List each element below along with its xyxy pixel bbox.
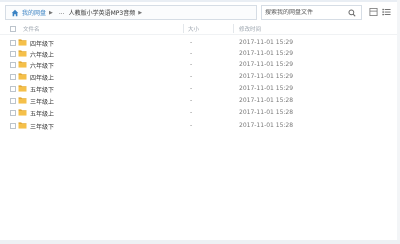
folder-icon — [18, 122, 27, 129]
row-checkbox[interactable] — [10, 40, 16, 46]
file-size: - — [190, 122, 193, 129]
file-name[interactable]: 六年级上 — [30, 50, 54, 59]
top-border — [0, 0, 400, 2]
breadcrumb-root-link[interactable]: 我的网盘 — [22, 8, 46, 17]
file-modified: 2017-11-01 15:29 — [239, 73, 294, 80]
file-size: - — [190, 97, 193, 104]
bottom-border — [0, 240, 400, 244]
select-all-checkbox[interactable] — [10, 26, 16, 32]
file-size: - — [190, 109, 193, 116]
file-size: - — [190, 39, 193, 46]
file-size: - — [190, 85, 193, 92]
column-header-modified[interactable]: 修改时间 — [239, 25, 261, 33]
file-row[interactable]: 三年级下 - 2017-11-01 15:28 — [0, 121, 400, 131]
folder-icon — [18, 50, 27, 57]
folder-icon — [18, 61, 27, 68]
list-view-icon[interactable] — [382, 7, 391, 17]
file-row[interactable]: 四年级上 - 2017-11-01 15:29 — [0, 72, 400, 82]
column-header-size[interactable]: 大小 — [188, 25, 199, 33]
row-checkbox[interactable] — [10, 86, 16, 92]
file-modified: 2017-11-01 15:28 — [239, 109, 294, 116]
file-size: - — [190, 50, 193, 57]
file-name[interactable]: 五年级上 — [30, 109, 54, 118]
file-row[interactable]: 三年级上 - 2017-11-01 15:28 — [0, 96, 400, 106]
row-checkbox[interactable] — [10, 123, 16, 129]
file-name[interactable]: 四年级下 — [30, 39, 54, 48]
file-name[interactable]: 四年级上 — [30, 73, 54, 82]
file-row[interactable]: 六年级下 - 2017-11-01 15:29 — [0, 60, 400, 70]
file-size: - — [190, 73, 193, 80]
file-size: - — [190, 61, 193, 68]
file-modified: 2017-11-01 15:29 — [239, 39, 294, 46]
row-checkbox[interactable] — [10, 110, 16, 116]
chevron-right-icon[interactable]: ▶ — [138, 10, 142, 16]
home-icon[interactable] — [11, 9, 19, 17]
folder-icon — [18, 109, 27, 116]
breadcrumb-ellipsis[interactable]: ... — [59, 9, 65, 16]
column-divider[interactable] — [183, 24, 184, 33]
folder-icon — [18, 97, 27, 104]
breadcrumb-current: 人教版小学英语MP3音频 — [68, 10, 136, 17]
row-checkbox[interactable] — [10, 98, 16, 104]
folder-icon — [18, 39, 27, 46]
file-row[interactable]: 五年级下 - 2017-11-01 15:29 — [0, 84, 400, 94]
file-row[interactable]: 六年级上 - 2017-11-01 15:29 — [0, 49, 400, 59]
chevron-right-icon: ▶ — [49, 9, 53, 16]
file-row[interactable]: 四年级下 - 2017-11-01 15:29 — [0, 38, 400, 48]
folder-icon — [18, 73, 27, 80]
file-modified: 2017-11-01 15:28 — [239, 122, 294, 129]
breadcrumb: 我的网盘 ▶ ... 人教版小学英语MP3音频 ▶ — [5, 5, 257, 20]
file-modified: 2017-11-01 15:29 — [239, 61, 294, 68]
file-name[interactable]: 六年级下 — [30, 61, 54, 70]
file-name[interactable]: 三年级下 — [30, 122, 54, 131]
folder-icon — [18, 85, 27, 92]
file-list-header: 文件名 大小 修改时间 — [0, 22, 400, 35]
column-header-name[interactable]: 文件名 — [23, 25, 40, 33]
grid-view-icon[interactable] — [369, 7, 378, 17]
row-checkbox[interactable] — [10, 51, 16, 57]
file-name[interactable]: 五年级下 — [30, 85, 54, 94]
search-input[interactable] — [265, 9, 347, 16]
row-checkbox[interactable] — [10, 74, 16, 80]
file-modified: 2017-11-01 15:29 — [239, 50, 294, 57]
file-name[interactable]: 三年级上 — [30, 97, 54, 106]
search-box — [261, 5, 362, 20]
file-modified: 2017-11-01 15:29 — [239, 85, 294, 92]
file-row[interactable]: 五年级上 - 2017-11-01 15:28 — [0, 108, 400, 118]
search-icon[interactable] — [348, 9, 356, 17]
column-divider[interactable] — [233, 24, 234, 33]
file-modified: 2017-11-01 15:28 — [239, 97, 294, 104]
row-checkbox[interactable] — [10, 62, 16, 68]
